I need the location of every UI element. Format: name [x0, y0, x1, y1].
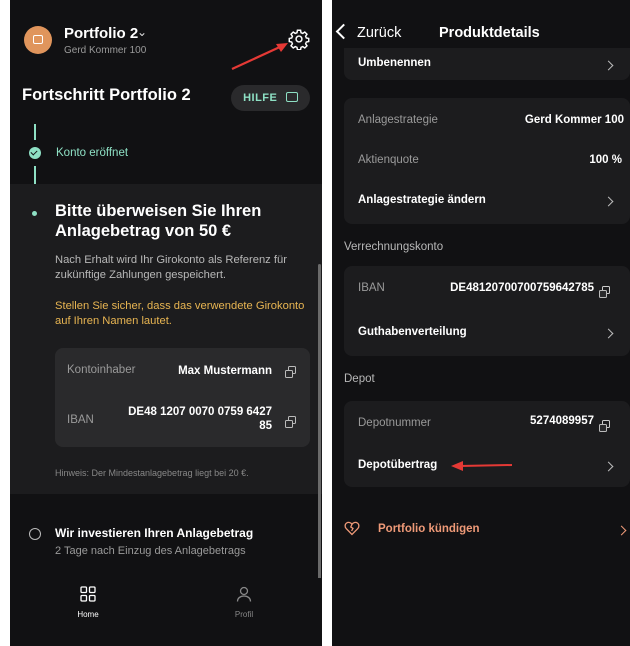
gear-icon[interactable] — [288, 28, 310, 50]
step-invest-subtitle: 2 Tage nach Einzug des Anlagebetrags — [55, 545, 246, 557]
step-invest-title: Wir investieren Ihren Anlagebetrag — [55, 526, 254, 540]
portfolio-header[interactable]: Portfolio 2 ⌄ Gerd Kommer 100 — [10, 24, 322, 64]
rename-label: Umbenennen — [358, 57, 431, 69]
strategy-value: Gerd Kommer 100 — [524, 114, 624, 126]
strategy-card: Anlagestrategie Gerd Kommer 100 Aktienqu… — [344, 98, 630, 224]
portfolio-name[interactable]: Portfolio 2 — [64, 25, 138, 42]
help-label: HILFE — [243, 92, 278, 104]
product-details-screen: Zurück Produktdetails Umbenennen Anlages… — [332, 0, 630, 646]
copy-icon[interactable] — [599, 420, 610, 432]
page-title: Produktdetails — [439, 25, 540, 41]
chevron-down-icon[interactable]: ⌄ — [137, 25, 147, 39]
change-strategy-label: Anlagestrategie ändern — [358, 194, 486, 206]
holder-label: Kontoinhaber — [67, 364, 136, 376]
step-transfer-description: Nach Erhalt wird Ihr Girokonto als Refer… — [55, 254, 287, 281]
portfolio-progress-screen: Portfolio 2 ⌄ Gerd Kommer 100 Fortschrit… — [10, 0, 322, 646]
step-transfer-title: Bitte überweisen Sie Ihren Anlagebetrag … — [55, 202, 262, 240]
chevron-right-icon — [616, 525, 627, 536]
iban-value: DE48120700700759642785 — [450, 282, 594, 294]
depot-number-value: 5274089957 — [530, 415, 594, 427]
chevron-right-icon — [603, 60, 614, 71]
grid-icon — [80, 586, 96, 602]
balance-distribution-label: Guthabenverteilung — [358, 326, 467, 338]
copy-icon[interactable] — [285, 366, 296, 378]
step-account-opened: Konto eröffnet — [56, 147, 129, 159]
page-title: Fortschritt Portfolio 2 — [22, 86, 191, 104]
broken-heart-icon — [344, 521, 360, 536]
minimum-amount-hint: Hinweis: Der Mindestanlagebetrag liegt b… — [55, 468, 249, 478]
clearing-account-card: IBAN DE48120700700759642785 Guthabenvert… — [344, 266, 630, 356]
equity-value: 100 % — [589, 154, 622, 166]
tab-bar: Home Profil — [10, 578, 322, 646]
tab-profile-label: Profil — [234, 610, 254, 619]
account-details-card: Kontoinhaber Max Mustermann IBAN DE48 12… — [55, 348, 310, 447]
chat-icon — [285, 92, 298, 102]
strategy-label: Anlagestrategie — [358, 114, 438, 126]
holder-value: Max Mustermann — [178, 365, 272, 377]
scrollbar[interactable] — [318, 264, 321, 608]
iban-label: IBAN — [358, 282, 385, 294]
back-label: Zurück — [357, 25, 402, 41]
chevron-left-icon — [335, 23, 352, 40]
depot-transfer-label: Depotübertrag — [358, 459, 438, 471]
tab-home[interactable]: Home — [48, 586, 128, 619]
iban-label: IBAN — [67, 414, 94, 426]
pending-step-circle — [29, 528, 41, 540]
chevron-right-icon — [603, 328, 614, 339]
step-transfer-warning: Stellen Sie sicher, dass das verwendete … — [55, 300, 305, 327]
depot-heading: Depot — [344, 373, 375, 385]
active-step-dot — [32, 211, 37, 216]
chevron-right-icon — [603, 196, 614, 207]
depot-number-label: Depotnummer — [358, 417, 431, 429]
timeline-line — [34, 124, 36, 140]
copy-icon[interactable] — [285, 416, 296, 428]
iban-value-line1: DE48 1207 0070 0759 6427 — [128, 406, 272, 418]
rename-row[interactable]: Umbenennen — [344, 48, 630, 80]
chevron-right-icon — [603, 461, 614, 472]
portfolio-avatar — [24, 26, 52, 54]
iban-value: DE48 1207 0070 0759 6427 85 — [102, 405, 272, 433]
portfolio-icon — [33, 35, 43, 44]
cancel-portfolio-label: Portfolio kündigen — [378, 523, 480, 535]
tab-profile[interactable]: Profil — [204, 586, 284, 619]
help-button[interactable]: HILFE — [231, 85, 310, 111]
copy-icon[interactable] — [599, 286, 610, 298]
person-icon — [236, 586, 252, 602]
iban-value-line2: 85 — [259, 420, 272, 432]
tab-home-label: Home — [77, 610, 99, 619]
equity-label: Aktienquote — [358, 154, 419, 166]
portfolio-strategy: Gerd Kommer 100 — [64, 45, 147, 56]
check-icon — [29, 147, 41, 159]
clearing-account-heading: Verrechnungskonto — [344, 241, 444, 253]
depot-card: Depotnummer 5274089957 Depotübertrag — [344, 401, 630, 487]
